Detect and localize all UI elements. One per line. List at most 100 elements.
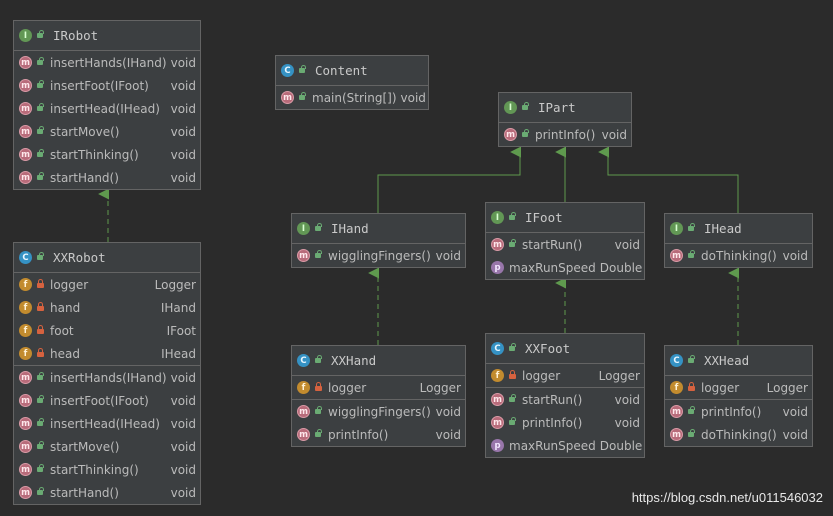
node-header[interactable]: I IPart bbox=[499, 93, 631, 123]
member-name: insertHands(IHand) bbox=[50, 370, 167, 385]
method-row[interactable]: m insertHands(IHand) void bbox=[14, 51, 200, 74]
method-row[interactable]: m doThinking() void bbox=[665, 423, 812, 446]
node-header[interactable]: I IRobot bbox=[14, 21, 200, 51]
method-icon: m bbox=[297, 428, 310, 441]
private-lock-icon bbox=[314, 382, 323, 392]
method-row[interactable]: m insertHead(IHead) void bbox=[14, 97, 200, 120]
node-header[interactable]: I IHead bbox=[665, 214, 812, 244]
method-row[interactable]: m startHand() void bbox=[14, 166, 200, 189]
method-row[interactable]: m printInfo() void bbox=[486, 411, 644, 434]
public-lock-icon bbox=[314, 355, 323, 365]
method-icon: m bbox=[19, 440, 32, 453]
public-lock-icon bbox=[687, 355, 696, 365]
node-ihead[interactable]: I IHead m doThinking() void bbox=[664, 213, 813, 268]
method-row[interactable]: m startHand() void bbox=[14, 481, 200, 504]
node-title: XXFoot bbox=[525, 341, 571, 356]
node-header[interactable]: C XXHead bbox=[665, 346, 812, 376]
public-lock-icon bbox=[508, 239, 517, 249]
field-row[interactable]: f hand IHand bbox=[14, 296, 200, 319]
method-row[interactable]: m printInfo() void bbox=[499, 123, 631, 146]
node-title: IRobot bbox=[53, 28, 99, 43]
method-row[interactable]: m startRun() void bbox=[486, 388, 644, 411]
member-type: Logger bbox=[598, 368, 640, 383]
node-irobot[interactable]: I IRobot m insertHands(IHand) void m insertFoo… bbox=[13, 20, 201, 190]
method-row[interactable]: m insertFoot(IFoot) void bbox=[14, 389, 200, 412]
member-type: void bbox=[170, 485, 196, 500]
method-row[interactable]: m printInfo() void bbox=[665, 400, 812, 423]
node-header[interactable]: C Content bbox=[276, 56, 428, 86]
method-row[interactable]: m wigglingFingers() void bbox=[292, 400, 465, 423]
node-header[interactable]: I IFoot bbox=[486, 203, 644, 233]
field-row[interactable]: f head IHead bbox=[14, 342, 200, 365]
method-row[interactable]: m insertHead(IHead) void bbox=[14, 412, 200, 435]
members-section: m insertHands(IHand) void m insertFoot(IFoot… bbox=[14, 366, 200, 504]
method-icon: m bbox=[19, 171, 32, 184]
member-name: startRun() bbox=[522, 392, 583, 407]
private-lock-icon bbox=[36, 279, 45, 289]
public-lock-icon bbox=[36, 464, 45, 474]
member-type: IHead bbox=[161, 346, 196, 361]
method-row[interactable]: m startMove() void bbox=[14, 435, 200, 458]
property-icon: p bbox=[491, 261, 504, 274]
node-title: Content bbox=[315, 63, 368, 78]
method-row[interactable]: m wigglingFingers() void bbox=[292, 244, 465, 267]
method-row[interactable]: m doThinking() void bbox=[665, 244, 812, 267]
class-icon: C bbox=[297, 354, 310, 367]
node-header[interactable]: C XXRobot bbox=[14, 243, 200, 273]
field-row[interactable]: f logger Logger bbox=[292, 376, 465, 399]
field-row[interactable]: f logger Logger bbox=[14, 273, 200, 296]
method-row[interactable]: m startMove() void bbox=[14, 120, 200, 143]
field-row[interactable]: f logger Logger bbox=[486, 364, 644, 387]
method-icon: m bbox=[19, 102, 32, 115]
member-name: insertHands(IHand) bbox=[50, 55, 167, 70]
method-row[interactable]: m printInfo() void bbox=[292, 423, 465, 446]
method-icon: m bbox=[19, 148, 32, 161]
field-row[interactable]: f foot IFoot bbox=[14, 319, 200, 342]
node-header[interactable]: I IHand bbox=[292, 214, 465, 244]
interface-icon: I bbox=[670, 222, 683, 235]
property-row[interactable]: p maxRunSpeed Double bbox=[486, 256, 644, 279]
member-type: Double bbox=[599, 260, 643, 275]
node-ifoot[interactable]: I IFoot m startRun() void p maxRunSpeed Double bbox=[485, 202, 645, 280]
method-row[interactable]: m startThinking() void bbox=[14, 143, 200, 166]
public-lock-icon bbox=[508, 417, 517, 427]
class-icon: C bbox=[670, 354, 683, 367]
member-type: void bbox=[614, 392, 640, 407]
public-lock-icon bbox=[298, 65, 307, 75]
node-ihand[interactable]: I IHand m wigglingFingers() void bbox=[291, 213, 466, 268]
public-lock-icon bbox=[36, 80, 45, 90]
node-header[interactable]: C XXHand bbox=[292, 346, 465, 376]
class-icon: C bbox=[491, 342, 504, 355]
method-icon: m bbox=[19, 125, 32, 138]
field-icon: f bbox=[297, 381, 310, 394]
method-icon: m bbox=[670, 405, 683, 418]
member-name: startHand() bbox=[50, 485, 119, 500]
node-title: XXRobot bbox=[53, 250, 106, 265]
node-xxrobot[interactable]: C XXRobot f logger Logger f hand IHand f foot IFoo… bbox=[13, 242, 201, 505]
property-row[interactable]: p maxRunSpeed Double bbox=[486, 434, 644, 457]
node-title: IFoot bbox=[525, 210, 563, 225]
method-row[interactable]: m main(String[]) void bbox=[276, 86, 428, 109]
method-icon: m bbox=[19, 417, 32, 430]
public-lock-icon bbox=[521, 129, 530, 139]
member-name: doThinking() bbox=[701, 427, 777, 442]
public-lock-icon bbox=[508, 212, 517, 222]
node-ipart[interactable]: I IPart m printInfo() void bbox=[498, 92, 632, 147]
method-row[interactable]: m insertFoot(IFoot) void bbox=[14, 74, 200, 97]
node-header[interactable]: C XXFoot bbox=[486, 334, 644, 364]
method-row[interactable]: m startRun() void bbox=[486, 233, 644, 256]
field-icon: f bbox=[19, 347, 32, 360]
member-type: void bbox=[614, 237, 640, 252]
field-icon: f bbox=[19, 278, 32, 291]
field-row[interactable]: f logger Logger bbox=[665, 376, 812, 399]
member-name: hand bbox=[50, 300, 81, 315]
method-row[interactable]: m startThinking() void bbox=[14, 458, 200, 481]
members-section: m wigglingFingers() void m printInfo() void bbox=[292, 400, 465, 446]
public-lock-icon bbox=[36, 172, 45, 182]
node-content[interactable]: C Content m main(String[]) void bbox=[275, 55, 429, 110]
node-xxfoot[interactable]: C XXFoot f logger Logger m startRun() void m prin… bbox=[485, 333, 645, 458]
node-xxhand[interactable]: C XXHand f logger Logger m wigglingFingers() vo… bbox=[291, 345, 466, 447]
method-row[interactable]: m insertHands(IHand) void bbox=[14, 366, 200, 389]
node-xxhead[interactable]: C XXHead f logger Logger m printInfo() void m doT… bbox=[664, 345, 813, 447]
method-icon: m bbox=[504, 128, 517, 141]
